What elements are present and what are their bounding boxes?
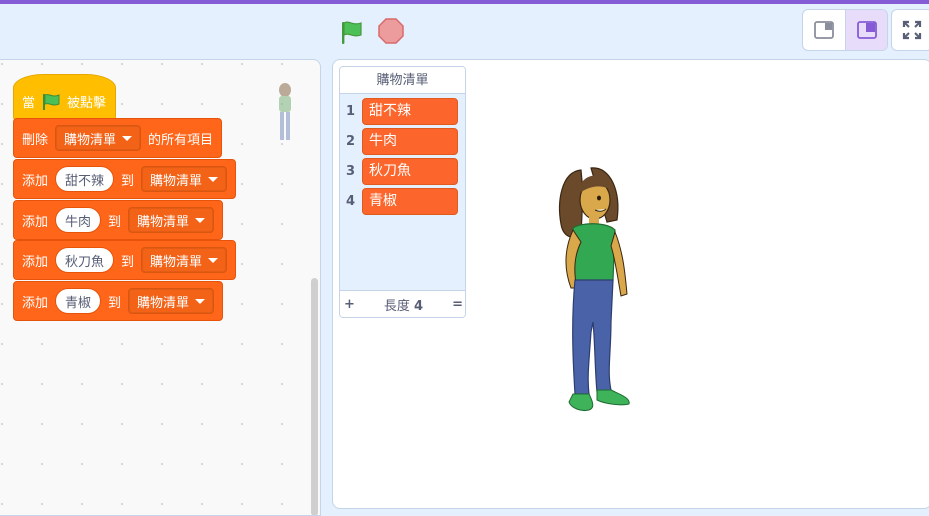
list-item-value[interactable]: 牛肉 bbox=[362, 127, 458, 155]
list-item-index: 4 bbox=[346, 193, 356, 209]
stage[interactable]: 購物清單 1 甜不辣 2 牛肉 3 秋刀魚 4 青椒 + 長度 4 = bbox=[332, 59, 929, 509]
list-item-value[interactable]: 秋刀魚 bbox=[362, 157, 458, 185]
when-flag-clicked-block[interactable]: 當 被點擊 bbox=[13, 74, 116, 121]
item-value-input[interactable]: 秋刀魚 bbox=[55, 247, 115, 273]
list-dropdown-label: 購物清單 bbox=[64, 132, 117, 148]
list-item[interactable]: 3 秋刀魚 bbox=[340, 156, 465, 186]
list-monitor-footer: + 長度 4 = bbox=[340, 290, 465, 317]
green-flag-icon bbox=[43, 94, 60, 110]
list-item-index: 1 bbox=[346, 103, 356, 119]
fullscreen-button[interactable] bbox=[891, 9, 929, 51]
list-item[interactable]: 2 牛肉 bbox=[340, 126, 465, 156]
list-monitor[interactable]: 購物清單 1 甜不辣 2 牛肉 3 秋刀魚 4 青椒 + 長度 4 = bbox=[339, 66, 466, 318]
block-verb-label: 刪除 bbox=[22, 132, 49, 148]
list-length-label: 長度 bbox=[383, 298, 410, 314]
chevron-down-icon bbox=[208, 176, 219, 182]
small-stage-icon bbox=[814, 21, 834, 39]
stage-header bbox=[0, 4, 929, 59]
workspace-vertical-scrollbar[interactable] bbox=[311, 278, 318, 515]
fullscreen-icon bbox=[902, 20, 922, 40]
list-monitor-title: 購物清單 bbox=[340, 67, 465, 94]
add-to-list-block[interactable]: 添加 牛肉 到 購物清單 bbox=[13, 200, 224, 240]
list-dropdown-label: 購物清單 bbox=[150, 173, 203, 189]
resize-handle[interactable]: = bbox=[452, 297, 463, 312]
item-value-input[interactable]: 牛肉 bbox=[55, 207, 102, 233]
stage-size-toggle bbox=[802, 9, 888, 51]
block-to-label: 到 bbox=[121, 254, 135, 270]
list-item-value[interactable]: 甜不辣 bbox=[362, 97, 458, 125]
block-to-label: 到 bbox=[121, 173, 135, 189]
block-verb-label: 添加 bbox=[22, 173, 49, 189]
small-stage-button[interactable] bbox=[803, 10, 845, 50]
hat-suffix-label: 被點擊 bbox=[67, 96, 107, 111]
list-item-index: 3 bbox=[346, 163, 356, 179]
block-tail-label: 的所有項目 bbox=[148, 132, 214, 148]
block-to-label: 到 bbox=[108, 295, 122, 311]
block-verb-label: 添加 bbox=[22, 295, 49, 311]
chevron-down-icon bbox=[195, 298, 206, 304]
list-item[interactable]: 4 青椒 bbox=[340, 186, 465, 216]
block-to-label: 到 bbox=[108, 214, 122, 230]
block-verb-label: 添加 bbox=[22, 254, 49, 270]
list-length-value: 4 bbox=[414, 298, 424, 314]
list-dropdown[interactable]: 購物清單 bbox=[55, 125, 142, 151]
add-to-list-block[interactable]: 添加 秋刀魚 到 購物清單 bbox=[13, 240, 237, 280]
list-dropdown[interactable]: 購物清單 bbox=[128, 288, 215, 314]
list-dropdown[interactable]: 購物清單 bbox=[141, 247, 228, 273]
list-item-value[interactable]: 青椒 bbox=[362, 187, 458, 215]
green-flag-icon bbox=[342, 21, 362, 44]
list-dropdown-label: 購物清單 bbox=[150, 254, 203, 270]
add-to-list-block[interactable]: 添加 甜不辣 到 購物清單 bbox=[13, 159, 237, 199]
normal-stage-icon bbox=[856, 21, 877, 39]
stop-icon bbox=[378, 18, 404, 44]
list-items: 1 甜不辣 2 牛肉 3 秋刀魚 4 青椒 bbox=[340, 94, 465, 216]
list-dropdown[interactable]: 購物清單 bbox=[141, 166, 228, 192]
green-flag-button[interactable] bbox=[334, 16, 368, 50]
chevron-down-icon bbox=[208, 257, 219, 263]
item-value-input[interactable]: 甜不辣 bbox=[55, 166, 115, 192]
add-item-button[interactable]: + bbox=[344, 297, 355, 312]
item-value-input[interactable]: 青椒 bbox=[55, 288, 102, 314]
chevron-down-icon bbox=[122, 135, 133, 141]
stop-button[interactable] bbox=[376, 16, 406, 46]
normal-stage-button[interactable] bbox=[845, 10, 887, 50]
list-dropdown-label: 購物清單 bbox=[137, 295, 190, 311]
block-verb-label: 添加 bbox=[22, 214, 49, 230]
chevron-down-icon bbox=[195, 217, 206, 223]
sprite-character[interactable] bbox=[551, 162, 641, 417]
list-item[interactable]: 1 甜不辣 bbox=[340, 96, 465, 126]
script-workspace[interactable]: 當 被點擊 刪除 購物清單 的所有項目 添加 甜不辣 到 購物清單 添加 牛肉 … bbox=[0, 59, 321, 516]
list-dropdown[interactable]: 購物清單 bbox=[128, 207, 215, 233]
delete-all-of-list-block[interactable]: 刪除 購物清單 的所有項目 bbox=[13, 118, 223, 158]
list-dropdown-label: 購物清單 bbox=[137, 214, 190, 230]
list-item-index: 2 bbox=[346, 133, 356, 149]
sprite-watermark-icon bbox=[279, 83, 291, 140]
list-length: 長度 4 bbox=[384, 295, 423, 314]
hat-prefix-label: 當 bbox=[22, 96, 36, 111]
add-to-list-block[interactable]: 添加 青椒 到 購物清單 bbox=[13, 281, 224, 321]
